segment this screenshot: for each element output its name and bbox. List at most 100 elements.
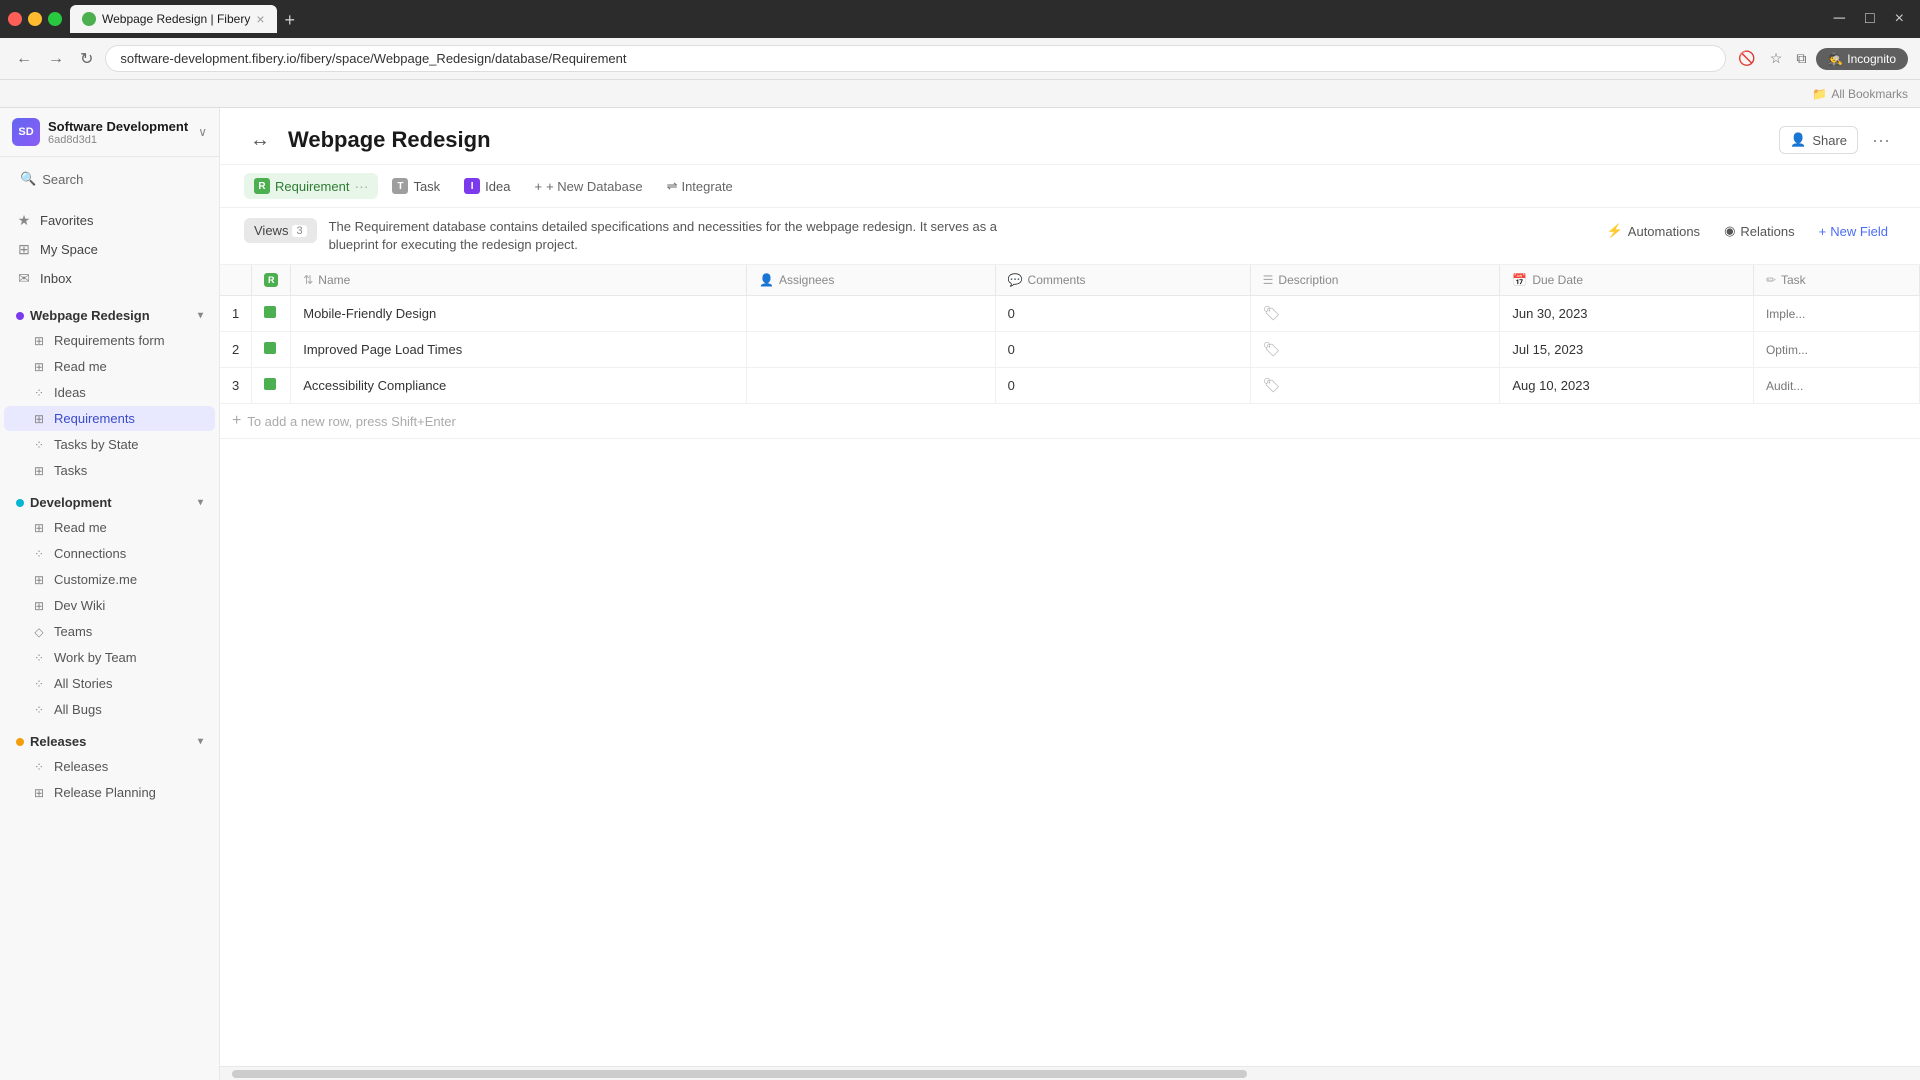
- tab-task[interactable]: T Task: [382, 173, 450, 199]
- row-2-task: Optim...: [1753, 332, 1919, 368]
- col-assignees[interactable]: 👤 Assignees: [747, 265, 996, 296]
- incognito-label: Incognito: [1847, 52, 1896, 66]
- win-close-btn[interactable]: ×: [1887, 8, 1912, 30]
- search-button[interactable]: 🔍 Search: [12, 165, 207, 193]
- win-restore-btn[interactable]: □: [1857, 8, 1883, 30]
- minimize-window-btn[interactable]: [28, 12, 42, 26]
- tab-idea[interactable]: I Idea: [454, 173, 520, 199]
- sidebar-item-tasks-by-state[interactable]: ⁘ Tasks by State: [4, 432, 215, 457]
- more-options-button[interactable]: ···: [1866, 126, 1896, 155]
- table-container: R ⇅ Name 👤 Assignees: [220, 265, 1920, 1066]
- address-input[interactable]: [105, 45, 1726, 72]
- table-row[interactable]: 1 Mobile-Friendly Design 0 🏷 Jun 30, 202…: [220, 296, 1920, 332]
- add-row-hint[interactable]: + To add a new row, press Shift+Enter: [220, 404, 1920, 439]
- row-2-description: 🏷: [1250, 332, 1500, 368]
- releases-section-expand-icon: ▾: [198, 736, 203, 747]
- sidebar-item-tasks[interactable]: ⊞ Tasks: [4, 458, 215, 483]
- tab-close-icon[interactable]: ×: [256, 11, 264, 27]
- new-field-button[interactable]: + New Field: [1811, 219, 1896, 244]
- sidebar-item-customize-me[interactable]: ⊞ Customize.me: [4, 567, 215, 592]
- toolbar-actions: ⚡ Automations ◉ Relations + New Field: [1599, 218, 1896, 244]
- sidebar-item-requirements[interactable]: ⊞ Requirements: [4, 406, 215, 431]
- nav-forward-button[interactable]: →: [44, 46, 68, 72]
- add-row-plus-icon: +: [232, 412, 241, 430]
- views-button[interactable]: Views 3: [244, 218, 317, 243]
- sidebar-item-release-planning[interactable]: ⊞ Release Planning: [4, 780, 215, 805]
- db-tabs: R Requirement ··· T Task I Idea + + New …: [220, 165, 1920, 208]
- new-tab-button[interactable]: +: [279, 8, 302, 33]
- browser-chrome: Webpage Redesign | Fibery × + ─ □ ×: [0, 0, 1920, 38]
- nav-reload-button[interactable]: ↻: [76, 45, 97, 73]
- tab-bar: Webpage Redesign | Fibery × +: [70, 5, 1818, 33]
- r-col-badge: R: [264, 273, 278, 287]
- sidebar-item-inbox[interactable]: ✉ Inbox: [4, 264, 215, 292]
- sidebar-item-favorites[interactable]: ★ Favorites: [4, 206, 215, 234]
- my-space-label: My Space: [40, 242, 98, 257]
- col-due-date[interactable]: 📅 Due Date: [1500, 265, 1754, 296]
- sidebar-item-ideas[interactable]: ⁘ Ideas: [4, 380, 215, 405]
- scroll-thumb[interactable]: [232, 1070, 1247, 1078]
- sidebar-item-read-me-dev[interactable]: ⊞ Read me: [4, 515, 215, 540]
- bookmarks-folder-icon: 📁: [1812, 87, 1827, 101]
- share-button[interactable]: 👤 Share: [1779, 126, 1858, 154]
- webpage-redesign-header[interactable]: Webpage Redesign ▾: [4, 302, 215, 327]
- desc-toolbar: Views 3 The Requirement database contain…: [220, 208, 1920, 265]
- search-icon: 🔍: [20, 171, 36, 187]
- row-2-desc-icon: 🏷: [1263, 341, 1281, 357]
- integrate-button[interactable]: ⇌ Integrate: [657, 173, 743, 199]
- col-task[interactable]: ✏ Task: [1753, 265, 1919, 296]
- maximize-window-btn[interactable]: [48, 12, 62, 26]
- all-stories-label: All Stories: [54, 676, 113, 691]
- tab-requirement[interactable]: R Requirement ···: [244, 173, 378, 199]
- row-1-name[interactable]: Mobile-Friendly Design: [291, 296, 747, 332]
- sidebar-item-connections[interactable]: ⁘ Connections: [4, 541, 215, 566]
- incognito-button[interactable]: 🕵 Incognito: [1816, 48, 1908, 70]
- automations-button[interactable]: ⚡ Automations: [1599, 218, 1708, 244]
- camera-off-icon[interactable]: 🚫: [1734, 46, 1759, 71]
- automations-label: Automations: [1628, 224, 1700, 239]
- close-window-btn[interactable]: [8, 12, 22, 26]
- releases-header[interactable]: Releases ▾: [4, 728, 215, 753]
- sidebar-item-teams[interactable]: ◇ Teams: [4, 619, 215, 644]
- row-1-badge: [252, 296, 291, 332]
- development-header[interactable]: Development ▾: [4, 489, 215, 514]
- row-3-due-date: Aug 10, 2023: [1500, 368, 1754, 404]
- col-name-label: Name: [318, 273, 350, 287]
- add-database-button[interactable]: + + New Database: [524, 174, 652, 199]
- table-row[interactable]: 2 Improved Page Load Times 0 🏷 Jul 15, 2…: [220, 332, 1920, 368]
- row-2-name[interactable]: Improved Page Load Times: [291, 332, 747, 368]
- split-view-icon[interactable]: ⧉: [1792, 46, 1810, 71]
- sidebar-item-requirements-form[interactable]: ⊞ Requirements form: [4, 328, 215, 353]
- nav-back-button[interactable]: ←: [12, 46, 36, 72]
- bookmark-icon[interactable]: ☆: [1766, 46, 1787, 71]
- requirement-tab-dots[interactable]: ···: [354, 178, 368, 194]
- table-row[interactable]: 3 Accessibility Compliance 0 🏷 Aug 10, 2…: [220, 368, 1920, 404]
- active-tab[interactable]: Webpage Redesign | Fibery ×: [70, 5, 277, 33]
- relations-button[interactable]: ◉ Relations: [1716, 218, 1803, 244]
- views-section: Views 3 The Requirement database contain…: [244, 218, 1009, 254]
- win-minimize-btn[interactable]: ─: [1826, 8, 1853, 30]
- col-description[interactable]: ☰ Description: [1250, 265, 1500, 296]
- horizontal-scrollbar[interactable]: [220, 1066, 1920, 1080]
- requirement-tab-icon: R: [254, 178, 270, 194]
- sidebar-item-dev-wiki[interactable]: ⊞ Dev Wiki: [4, 593, 215, 618]
- all-bookmarks-label[interactable]: All Bookmarks: [1831, 87, 1908, 101]
- col-name[interactable]: ⇅ Name: [291, 265, 747, 296]
- releases-dot: [16, 738, 24, 746]
- workspace-header[interactable]: SD Software Development 6ad8d3d1 ∨: [0, 108, 219, 157]
- col-comments[interactable]: 💬 Comments: [995, 265, 1250, 296]
- workspace-id: 6ad8d3d1: [48, 134, 190, 146]
- description-col-icon: ☰: [1263, 273, 1274, 287]
- sidebar-item-all-bugs[interactable]: ⁘ All Bugs: [4, 697, 215, 722]
- sidebar-item-my-space[interactable]: ⊞ My Space: [4, 235, 215, 263]
- row-3-name[interactable]: Accessibility Compliance: [291, 368, 747, 404]
- connections-label: Connections: [54, 546, 126, 561]
- sidebar-item-releases[interactable]: ⁘ Releases: [4, 754, 215, 779]
- table-header-row: R ⇅ Name 👤 Assignees: [220, 265, 1920, 296]
- sidebar-item-all-stories[interactable]: ⁘ All Stories: [4, 671, 215, 696]
- sidebar-item-read-me-wr[interactable]: ⊞ Read me: [4, 354, 215, 379]
- sidebar-item-work-by-team[interactable]: ⁘ Work by Team: [4, 645, 215, 670]
- row-2-badge: [252, 332, 291, 368]
- integrate-label: Integrate: [681, 179, 732, 194]
- col-due-date-label: Due Date: [1532, 273, 1583, 287]
